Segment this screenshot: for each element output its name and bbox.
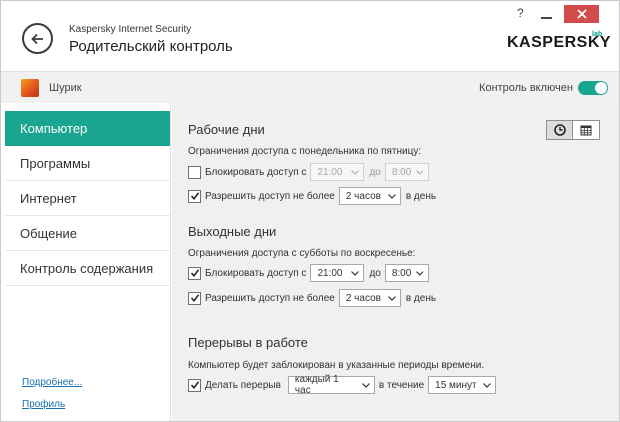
breaks-row: Делать перерыв каждый 1 час в течение 15… [188, 374, 497, 396]
clock-icon [553, 124, 566, 136]
weekends-block-to-value: 8:00 [391, 267, 412, 279]
workdays-block-row: Блокировать доступ с 21:00 до 8:00 [188, 163, 429, 181]
checkmark-icon [190, 381, 199, 390]
kaspersky-logo-lab: lab [592, 31, 603, 38]
profile-link[interactable]: Профиль [22, 399, 65, 410]
window-header: Kaspersky Internet Security Родительский… [1, 1, 619, 71]
chevron-down-icon [416, 169, 424, 175]
weekends-block-checkbox[interactable] [188, 266, 201, 280]
sidebar-item-internet[interactable]: Интернет [5, 181, 170, 216]
chevron-down-icon [351, 169, 360, 175]
breaks-duration-value: 15 минут [435, 379, 477, 391]
breaks-duration-select[interactable]: 15 минут [428, 376, 497, 394]
weekends-block-to-label: до [369, 267, 381, 279]
checkmark-icon [190, 269, 199, 278]
calendar-view-button[interactable] [573, 121, 599, 139]
workdays-allow-checkbox[interactable] [188, 189, 201, 203]
weekends-allow-label: Разрешить доступ не более [205, 292, 335, 304]
more-link[interactable]: Подробнее... [22, 377, 82, 388]
weekends-title: Выходные дни [188, 224, 277, 239]
workdays-allow-select[interactable]: 2 часов [338, 187, 401, 205]
workdays-block-to-value: 8:00 [391, 166, 412, 178]
weekends-allow-row: Разрешить доступ не более 2 часов в день [188, 289, 436, 307]
app-name: Kaspersky Internet Security [69, 24, 192, 35]
control-status-label: Контроль включен [479, 82, 573, 94]
workdays-block-to-label: до [369, 166, 381, 178]
workdays-allow-value: 2 часов [345, 190, 381, 202]
sidebar: Компьютер Программы Интернет Общение Кон… [5, 103, 171, 421]
weekends-block-row: Блокировать доступ с 21:00 до 8:00 [188, 264, 429, 282]
workdays-block-label: Блокировать доступ с [205, 166, 307, 178]
chevron-down-icon [416, 270, 424, 276]
workdays-title: Рабочие дни [188, 122, 265, 137]
breaks-during-label: в течение [378, 379, 425, 391]
workdays-allow-row: Разрешить доступ не более 2 часов в день [188, 187, 436, 205]
weekends-block-label: Блокировать доступ с [205, 267, 307, 279]
workdays-allow-suffix: в день [405, 190, 437, 202]
sidebar-item-programs[interactable]: Программы [5, 146, 170, 181]
user-name: Шурик [49, 82, 82, 94]
control-toggle[interactable] [578, 81, 608, 95]
minimize-button[interactable] [541, 17, 552, 19]
page-title: Родительский контроль [69, 38, 233, 55]
app-window: Kaspersky Internet Security Родительский… [0, 0, 620, 422]
close-button[interactable] [564, 5, 599, 23]
help-button[interactable]: ? [517, 6, 524, 20]
clock-view-button[interactable] [547, 121, 573, 139]
arrow-left-icon [30, 33, 43, 44]
weekends-allow-suffix: в день [405, 292, 437, 304]
weekends-allow-select[interactable]: 2 часов [338, 289, 401, 307]
breaks-checkbox[interactable] [188, 378, 201, 392]
workdays-block-from-select[interactable]: 21:00 [310, 163, 365, 181]
weekends-block-to-select[interactable]: 8:00 [384, 264, 429, 282]
weekends-description: Ограничения доступа с субботы по воскрес… [188, 248, 416, 259]
weekends-block-from-select[interactable]: 21:00 [310, 264, 365, 282]
checkmark-icon [190, 192, 199, 201]
weekends-block-from-value: 21:00 [317, 267, 343, 279]
sidebar-item-communication[interactable]: Общение [5, 216, 170, 251]
chevron-down-icon [351, 270, 360, 276]
workdays-block-from-value: 21:00 [317, 166, 343, 178]
workdays-block-checkbox[interactable] [188, 165, 201, 179]
breaks-description: Компьютер будет заблокирован в указанные… [188, 360, 485, 371]
sidebar-item-content-control[interactable]: Контроль содержания [5, 251, 170, 286]
close-icon [576, 9, 587, 19]
chevron-down-icon [387, 193, 396, 199]
chevron-down-icon [362, 382, 370, 388]
back-button[interactable] [22, 23, 53, 54]
avatar[interactable] [21, 79, 39, 97]
calendar-icon [580, 125, 592, 136]
user-bar: Шурик Контроль включен [1, 71, 619, 103]
checkmark-icon [190, 294, 199, 303]
sidebar-item-computer[interactable]: Компьютер [5, 111, 170, 146]
chevron-down-icon [483, 382, 492, 388]
view-toggle [546, 120, 600, 140]
workdays-description: Ограничения доступа с понедельника по пя… [188, 146, 422, 157]
breaks-title: Перерывы в работе [188, 335, 308, 350]
workdays-allow-label: Разрешить доступ не более [205, 190, 335, 202]
breaks-interval-select[interactable]: каждый 1 час [287, 374, 375, 396]
breaks-label: Делать перерыв [205, 379, 281, 391]
workdays-block-to-select[interactable]: 8:00 [384, 163, 429, 181]
breaks-interval-value: каждый 1 час [294, 374, 339, 396]
weekends-allow-value: 2 часов [345, 292, 381, 304]
weekends-allow-checkbox[interactable] [188, 291, 201, 305]
main-panel: Рабочие дни Ограничения доступа с понеде… [172, 103, 619, 421]
chevron-down-icon [387, 295, 396, 301]
